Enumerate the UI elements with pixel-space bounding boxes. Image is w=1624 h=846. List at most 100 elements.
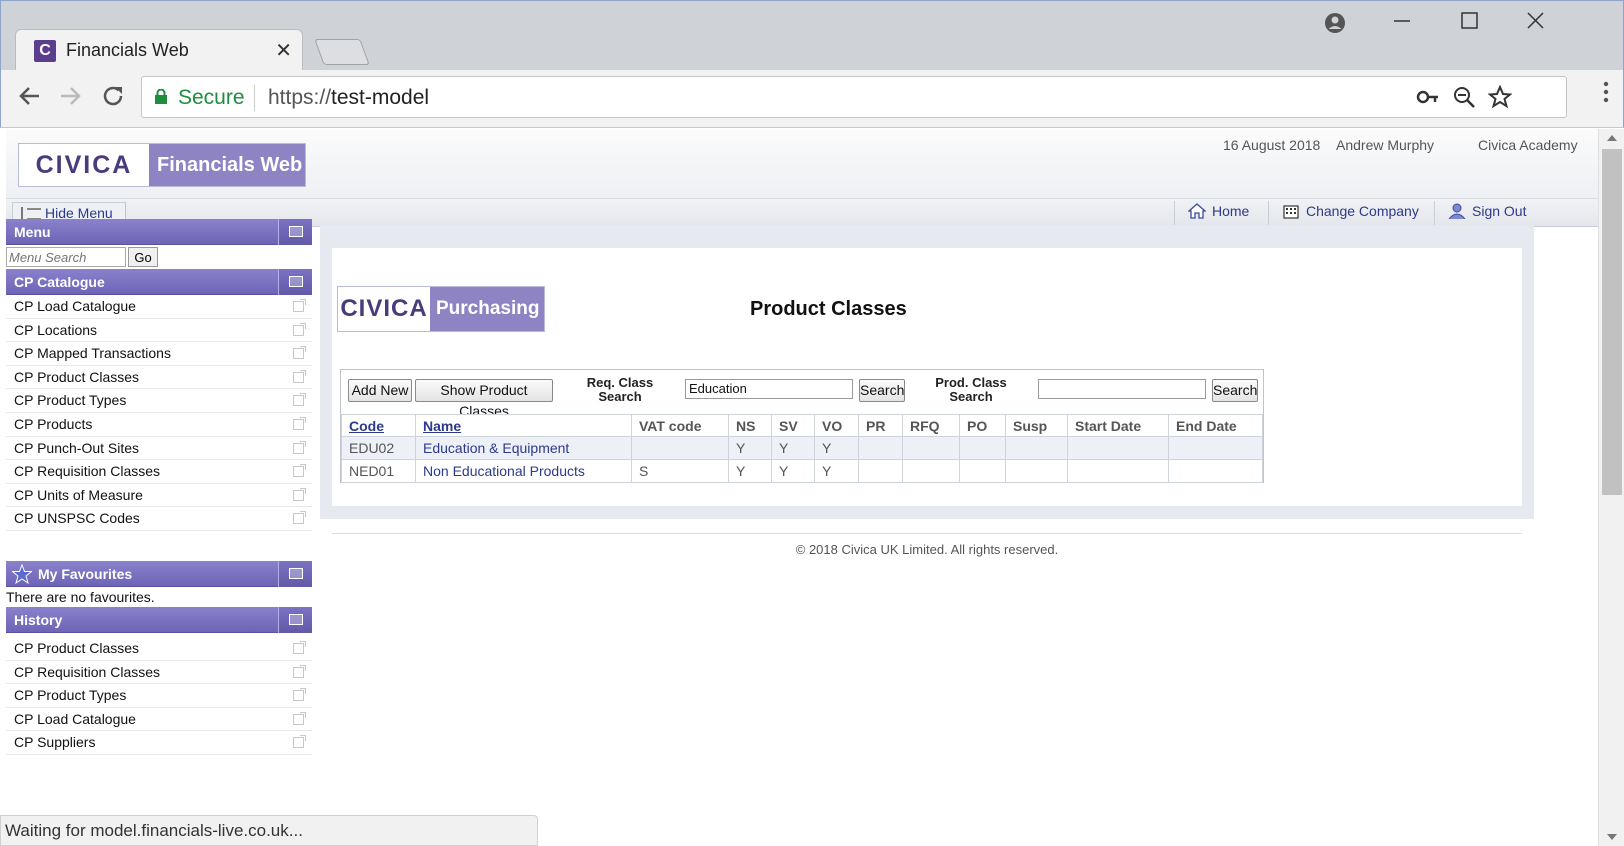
sidebar-item-cp-product-types[interactable]: CP Product Types: [6, 389, 312, 413]
browser-toolbar: Secure https://test-model: [0, 70, 1624, 128]
history-item-cp-load-catalogue[interactable]: CP Load Catalogue: [6, 708, 312, 732]
history-item-cp-product-types[interactable]: CP Product Types: [6, 684, 312, 708]
zoom-icon[interactable]: [1452, 85, 1476, 115]
url-text[interactable]: https://test-model: [268, 86, 429, 110]
product-classes-table: Code Name VAT code NS SV VO PR RFQ PO Su…: [341, 414, 1263, 483]
show-product-classes-button[interactable]: Show Product Classes: [415, 379, 553, 419]
prod-class-search-input[interactable]: [1038, 379, 1206, 399]
open-new-window-icon[interactable]: [293, 393, 306, 407]
sidebar-item-cp-products[interactable]: CP Products: [6, 413, 312, 437]
open-new-window-icon[interactable]: [293, 346, 306, 360]
cell-susp: [1005, 459, 1068, 483]
history-list: CP Product Classes CP Requisition Classe…: [6, 637, 312, 755]
home-link[interactable]: Home: [1187, 203, 1249, 219]
open-new-window-icon[interactable]: [293, 664, 306, 678]
lock-icon: [154, 88, 167, 104]
column-header-rfq: RFQ: [902, 414, 960, 437]
table-header-row: Code Name VAT code NS SV VO PR RFQ PO Su…: [341, 414, 1263, 437]
column-header-susp: Susp: [1005, 414, 1068, 437]
web-page: CIVICA Financials Web 16 August 2018 And…: [6, 129, 1598, 846]
menu-search-input[interactable]: [6, 247, 126, 267]
open-new-window-icon[interactable]: [293, 464, 306, 478]
open-new-window-icon[interactable]: [293, 369, 306, 383]
sidebar-item-cp-punch-out-sites[interactable]: CP Punch-Out Sites: [6, 437, 312, 461]
column-header-code[interactable]: Code: [341, 414, 416, 437]
sidebar-item-cp-locations[interactable]: CP Locations: [6, 319, 312, 343]
sidebar-item-label: CP Products: [14, 415, 93, 432]
open-new-window-icon[interactable]: [293, 511, 306, 525]
logo-civica-text: CIVICA: [19, 144, 149, 186]
open-new-window-icon[interactable]: [293, 735, 306, 749]
open-new-window-icon[interactable]: [293, 688, 306, 702]
change-company-link[interactable]: Change Company: [1282, 203, 1419, 219]
collapse-panel-icon[interactable]: [278, 606, 312, 633]
cell-vo: Y: [814, 436, 859, 460]
star-icon: [11, 563, 33, 592]
history-item-cp-requisition-classes[interactable]: CP Requisition Classes: [6, 661, 312, 685]
open-new-window-icon[interactable]: [293, 440, 306, 454]
sidebar-item-cp-load-catalogue[interactable]: CP Load Catalogue: [6, 295, 312, 319]
favourites-panel-header: My Favourites: [6, 560, 312, 587]
sidebar-item-cp-mapped-transactions[interactable]: CP Mapped Transactions: [6, 342, 312, 366]
secure-label: Secure: [178, 86, 245, 109]
add-new-button[interactable]: Add New: [348, 379, 412, 402]
sidebar: Menu Go CP Catalogue CP Load Catalogue C…: [6, 219, 312, 755]
back-icon[interactable]: [15, 82, 43, 117]
cell-name-link[interactable]: Non Educational Products: [415, 459, 632, 483]
product-classes-grid: Add New Show Product Classes Req. Class S…: [340, 369, 1264, 483]
cell-name-link[interactable]: Education & Equipment: [415, 436, 632, 460]
scrollbar-thumb[interactable]: [1602, 149, 1622, 495]
scroll-up-icon[interactable]: [1607, 135, 1617, 141]
reload-icon[interactable]: [99, 82, 127, 117]
sidebar-item-cp-units-of-measure[interactable]: CP Units of Measure: [6, 484, 312, 508]
browser-status-bubble: Waiting for model.financials-live.co.uk.…: [0, 815, 538, 846]
sidebar-item-cp-unspsc-codes[interactable]: CP UNSPSC Codes: [6, 507, 312, 531]
table-row[interactable]: NED01 Non Educational Products S Y Y Y: [341, 459, 1263, 483]
req-class-search-input[interactable]: Education: [685, 379, 853, 399]
sidebar-item-cp-requisition-classes[interactable]: CP Requisition Classes: [6, 460, 312, 484]
history-item-cp-product-classes[interactable]: CP Product Classes: [6, 637, 312, 661]
table-row[interactable]: EDU02 Education & Equipment Y Y Y: [341, 436, 1263, 460]
scroll-down-icon[interactable]: [1607, 834, 1617, 840]
req-class-search-button[interactable]: Search: [859, 379, 905, 402]
browser-tab[interactable]: C Financials Web ✕: [15, 29, 303, 73]
prod-class-label-line2: Search: [949, 389, 993, 404]
address-bar[interactable]: Secure https://test-model: [141, 76, 1567, 118]
civica-financials-logo[interactable]: CIVICA Financials Web: [18, 143, 306, 187]
tab-close-icon[interactable]: ✕: [275, 38, 292, 63]
req-class-search-label: Req. Class Search: [577, 376, 663, 404]
sidebar-item-cp-product-classes[interactable]: CP Product Classes: [6, 366, 312, 390]
column-header-ns: NS: [728, 414, 772, 437]
forward-icon[interactable]: [57, 82, 85, 117]
sign-out-link[interactable]: Sign Out: [1448, 203, 1526, 220]
cell-pr: [858, 459, 903, 483]
history-item-cp-suppliers[interactable]: CP Suppliers: [6, 731, 312, 755]
bookmark-star-icon[interactable]: [1487, 84, 1513, 115]
page-scrollbar[interactable]: [1598, 129, 1624, 846]
open-new-window-icon[interactable]: [293, 487, 306, 501]
collapse-panel-icon[interactable]: [278, 219, 312, 245]
column-header-name[interactable]: Name: [415, 414, 632, 437]
up-folder-icon[interactable]: [278, 269, 312, 295]
sidebar-item-label: CP Requisition Classes: [14, 463, 161, 480]
browser-menu-icon[interactable]: [1603, 80, 1609, 111]
collapse-panel-icon[interactable]: [278, 560, 312, 587]
new-tab-button[interactable]: [314, 39, 370, 65]
open-new-window-icon[interactable]: [293, 640, 306, 654]
maximize-icon[interactable]: [1456, 7, 1482, 39]
open-new-window-icon[interactable]: [293, 322, 306, 336]
prod-class-search-button[interactable]: Search: [1212, 379, 1258, 402]
close-window-icon[interactable]: [1522, 7, 1548, 39]
favourites-empty-text: There are no favourites.: [6, 588, 155, 605]
sidebar-item-label: CP Product Types: [14, 392, 127, 409]
key-icon[interactable]: [1416, 85, 1440, 115]
menu-search-go-button[interactable]: Go: [128, 247, 158, 267]
open-new-window-icon[interactable]: [293, 416, 306, 430]
column-header-vo: VO: [814, 414, 859, 437]
open-new-window-icon[interactable]: [293, 299, 306, 312]
open-new-window-icon[interactable]: [293, 711, 306, 725]
page-title: Product Classes: [750, 298, 907, 320]
header-date: 16 August 2018: [1223, 137, 1321, 153]
minimize-icon[interactable]: [1389, 7, 1415, 37]
profile-icon[interactable]: [1323, 11, 1347, 41]
